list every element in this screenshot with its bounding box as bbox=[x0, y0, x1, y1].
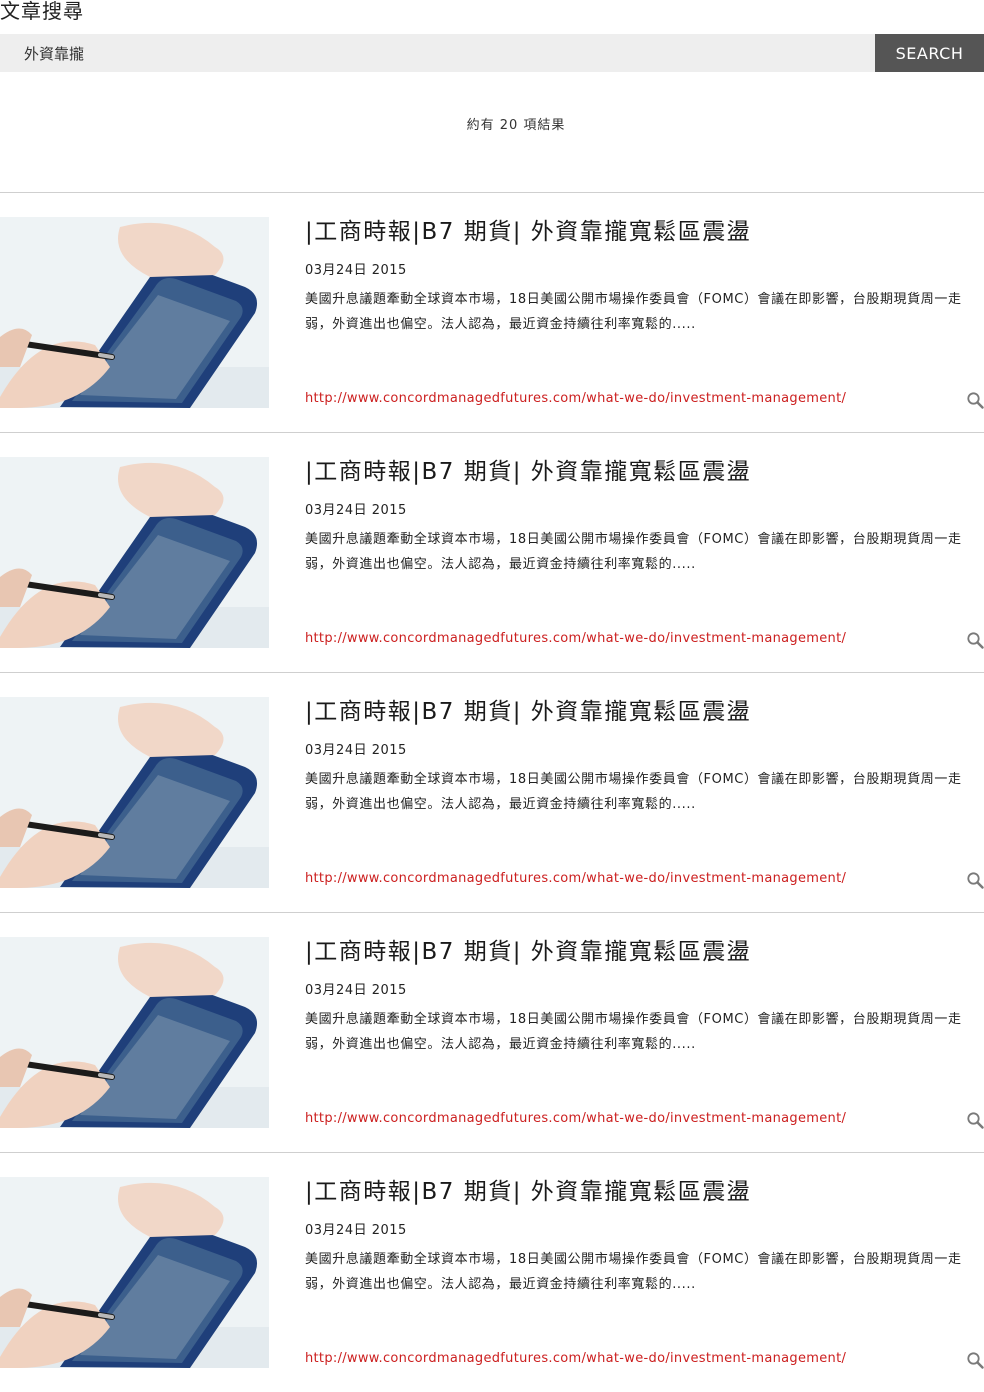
page-title: 文章搜尋 bbox=[0, 0, 84, 23]
result-url-link[interactable]: http://www.concordmanagedfutures.com/wha… bbox=[305, 1111, 846, 1126]
result-thumbnail[interactable] bbox=[0, 217, 269, 408]
result-thumbnail[interactable] bbox=[0, 1177, 269, 1368]
result-list: |工商時報|B7 期貨| 外資靠攏寬鬆區震盪 03月24日 2015 美國升息議… bbox=[0, 192, 984, 1392]
search-icon[interactable] bbox=[966, 631, 984, 649]
search-icon[interactable] bbox=[966, 1351, 984, 1369]
search-icon[interactable] bbox=[966, 1111, 984, 1129]
tablet-photo-icon bbox=[0, 217, 269, 408]
result-date: 03月24日 2015 bbox=[305, 263, 407, 278]
result-item: |工商時報|B7 期貨| 外資靠攏寬鬆區震盪 03月24日 2015 美國升息議… bbox=[0, 432, 984, 672]
result-url-link[interactable]: http://www.concordmanagedfutures.com/wha… bbox=[305, 631, 846, 646]
tablet-photo-icon bbox=[0, 697, 269, 888]
result-item: |工商時報|B7 期貨| 外資靠攏寬鬆區震盪 03月24日 2015 美國升息議… bbox=[0, 912, 984, 1152]
search-icon[interactable] bbox=[966, 871, 984, 889]
search-bar: SEARCH bbox=[0, 34, 984, 72]
result-summary: 美國升息議題牽動全球資本市場，18日美國公開市場操作委員會（FOMC）會議在即影… bbox=[305, 292, 962, 332]
result-count: 約有 20 項結果 bbox=[466, 118, 566, 133]
result-date: 03月24日 2015 bbox=[305, 503, 407, 518]
result-title[interactable]: |工商時報|B7 期貨| 外資靠攏寬鬆區震盪 bbox=[305, 217, 751, 247]
result-item: |工商時報|B7 期貨| 外資靠攏寬鬆區震盪 03月24日 2015 美國升息議… bbox=[0, 672, 984, 912]
tablet-photo-icon bbox=[0, 457, 269, 648]
result-item: |工商時報|B7 期貨| 外資靠攏寬鬆區震盪 03月24日 2015 美國升息議… bbox=[0, 1152, 984, 1392]
result-summary: 美國升息議題牽動全球資本市場，18日美國公開市場操作委員會（FOMC）會議在即影… bbox=[305, 772, 962, 812]
result-url-link[interactable]: http://www.concordmanagedfutures.com/wha… bbox=[305, 1351, 846, 1366]
result-date: 03月24日 2015 bbox=[305, 743, 407, 758]
result-date: 03月24日 2015 bbox=[305, 1223, 407, 1238]
result-title[interactable]: |工商時報|B7 期貨| 外資靠攏寬鬆區震盪 bbox=[305, 457, 751, 487]
result-title[interactable]: |工商時報|B7 期貨| 外資靠攏寬鬆區震盪 bbox=[305, 1177, 751, 1207]
result-title[interactable]: |工商時報|B7 期貨| 外資靠攏寬鬆區震盪 bbox=[305, 937, 751, 967]
result-thumbnail[interactable] bbox=[0, 457, 269, 648]
search-input[interactable] bbox=[0, 34, 875, 72]
result-url-link[interactable]: http://www.concordmanagedfutures.com/wha… bbox=[305, 871, 846, 886]
search-button[interactable]: SEARCH bbox=[875, 34, 984, 72]
result-title[interactable]: |工商時報|B7 期貨| 外資靠攏寬鬆區震盪 bbox=[305, 697, 751, 727]
result-url-link[interactable]: http://www.concordmanagedfutures.com/wha… bbox=[305, 391, 846, 406]
result-summary: 美國升息議題牽動全球資本市場，18日美國公開市場操作委員會（FOMC）會議在即影… bbox=[305, 532, 962, 572]
result-summary: 美國升息議題牽動全球資本市場，18日美國公開市場操作委員會（FOMC）會議在即影… bbox=[305, 1012, 962, 1052]
result-item: |工商時報|B7 期貨| 外資靠攏寬鬆區震盪 03月24日 2015 美國升息議… bbox=[0, 192, 984, 432]
result-summary: 美國升息議題牽動全球資本市場，18日美國公開市場操作委員會（FOMC）會議在即影… bbox=[305, 1252, 962, 1292]
search-icon[interactable] bbox=[966, 391, 984, 409]
tablet-photo-icon bbox=[0, 937, 269, 1128]
result-date: 03月24日 2015 bbox=[305, 983, 407, 998]
result-thumbnail[interactable] bbox=[0, 937, 269, 1128]
tablet-photo-icon bbox=[0, 1177, 269, 1368]
result-thumbnail[interactable] bbox=[0, 697, 269, 888]
